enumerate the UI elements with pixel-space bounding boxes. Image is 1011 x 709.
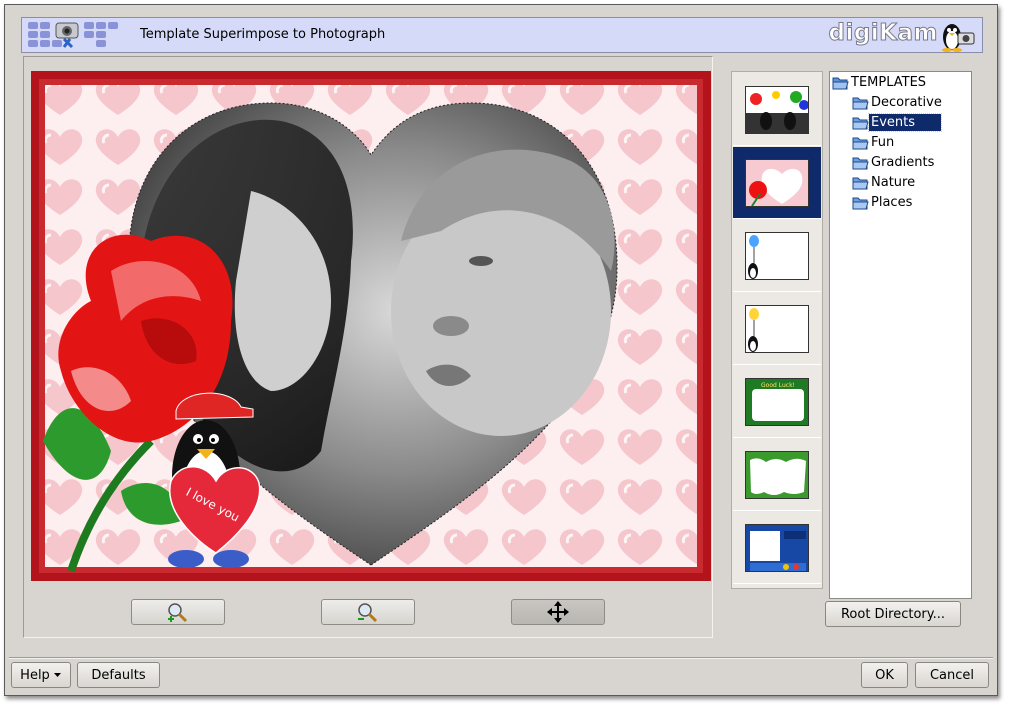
- tree-item-label: Places: [871, 195, 913, 210]
- move-button[interactable]: [511, 599, 605, 625]
- brand-name: digiKam: [828, 20, 938, 47]
- tree-item-decorative[interactable]: Decorative: [852, 93, 945, 112]
- tree-item-label: Fun: [871, 135, 895, 150]
- zoom-out-button[interactable]: [321, 599, 415, 625]
- folder-icon: [852, 97, 869, 109]
- folder-icon: [852, 197, 869, 209]
- header-banner: Template Superimpose to Photograph digiK…: [21, 17, 983, 53]
- tree-item-label: Decorative: [871, 95, 942, 110]
- root-directory-button[interactable]: Root Directory...: [825, 601, 961, 627]
- tree-item-label: Events: [868, 113, 942, 132]
- template-folder-tree[interactable]: TEMPLATES Decorative Events Fun Gradient…: [829, 71, 972, 599]
- help-label: Help: [20, 667, 50, 683]
- folder-icon: [852, 137, 869, 149]
- folder-icon: [852, 117, 869, 129]
- template-thumb-balloon-yellow[interactable]: [733, 293, 821, 365]
- tree-item-places[interactable]: Places: [852, 193, 915, 212]
- template-thumb-rose-heart[interactable]: [733, 147, 821, 219]
- zoom-in-button[interactable]: [131, 599, 225, 625]
- good-luck-caption: Good Luck!: [761, 382, 795, 389]
- folder-icon: [852, 157, 869, 169]
- tree-item-gradients[interactable]: Gradients: [852, 153, 937, 172]
- template-thumb-balloon-blue[interactable]: [733, 220, 821, 292]
- tree-item-label: Nature: [871, 175, 916, 190]
- template-thumb-blue-frame[interactable]: [733, 512, 821, 584]
- plugin-logo-icon: [28, 22, 118, 49]
- tree-item-nature[interactable]: Nature: [852, 173, 918, 192]
- dialog-window: Template Superimpose to Photograph digiK…: [4, 4, 998, 696]
- defaults-button[interactable]: Defaults: [77, 662, 160, 688]
- cancel-button[interactable]: Cancel: [915, 662, 989, 688]
- template-thumb-leaves[interactable]: [733, 439, 821, 511]
- folder-open-icon: [832, 77, 849, 89]
- ok-button[interactable]: OK: [861, 662, 908, 688]
- preview-canvas[interactable]: I love you: [31, 71, 711, 581]
- folder-icon: [852, 177, 869, 189]
- dialog-title: Template Superimpose to Photograph: [140, 27, 386, 42]
- tree-item-fun[interactable]: Fun: [852, 133, 897, 152]
- template-thumb-good-luck[interactable]: Good Luck!: [733, 366, 821, 438]
- tree-root-label: TEMPLATES: [851, 75, 927, 90]
- move-icon: [547, 601, 569, 623]
- template-thumb-party[interactable]: [733, 74, 821, 146]
- template-thumbnail-list[interactable]: Good Luck!: [731, 71, 823, 589]
- tree-item-label: Gradients: [871, 155, 935, 170]
- tree-item-events[interactable]: Events: [852, 113, 942, 132]
- footer-separator: [9, 657, 993, 659]
- tree-root-templates[interactable]: TEMPLATES: [832, 73, 929, 92]
- zoom-in-icon: [168, 603, 188, 623]
- tux-camera-icon: [942, 24, 975, 52]
- help-button[interactable]: Help: [11, 662, 71, 688]
- zoom-out-icon: [358, 603, 378, 623]
- chevron-down-icon: [53, 673, 61, 677]
- template-preview-image: I love you: [31, 71, 711, 581]
